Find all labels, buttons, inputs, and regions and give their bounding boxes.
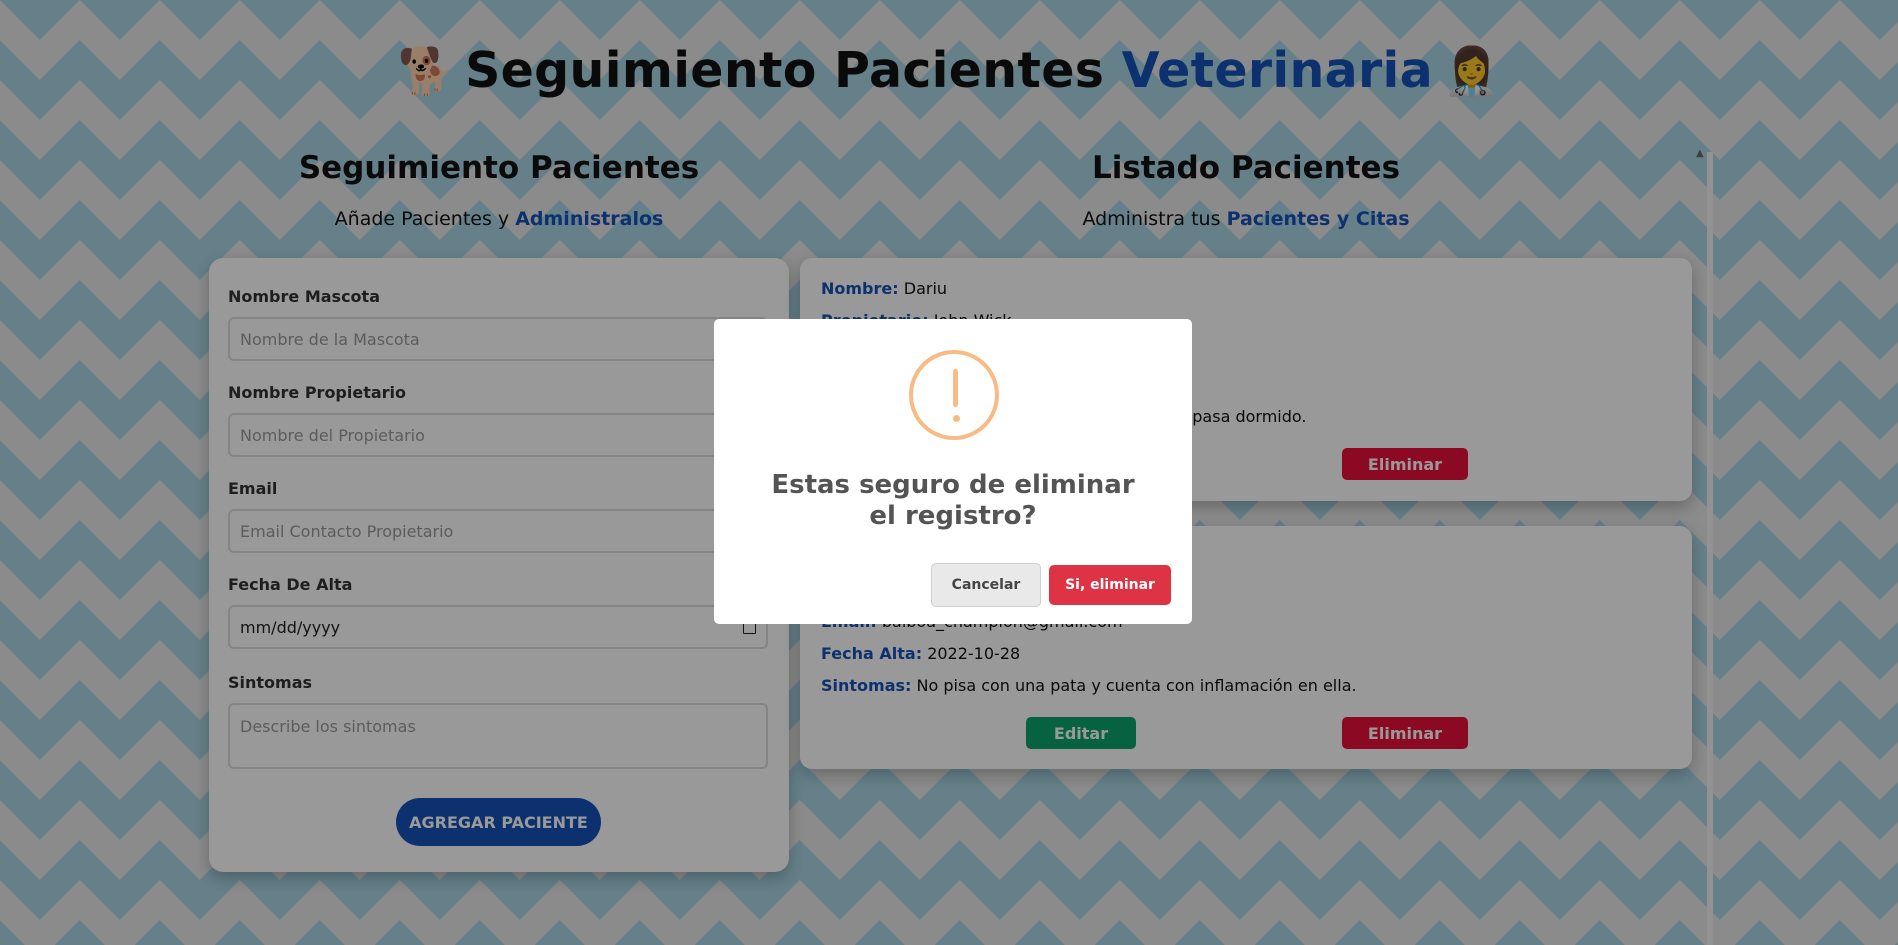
warning-icon	[909, 350, 999, 440]
warning-icon-dot	[953, 415, 960, 422]
dialog-title: Estas seguro de eliminar el registro?	[771, 470, 1135, 531]
confirm-delete-dialog: Estas seguro de eliminar el registro? Ca…	[714, 319, 1192, 624]
warning-icon-bar	[953, 369, 958, 407]
confirm-delete-button[interactable]: Si, eliminar	[1049, 565, 1171, 605]
cancel-button[interactable]: Cancelar	[931, 563, 1041, 607]
